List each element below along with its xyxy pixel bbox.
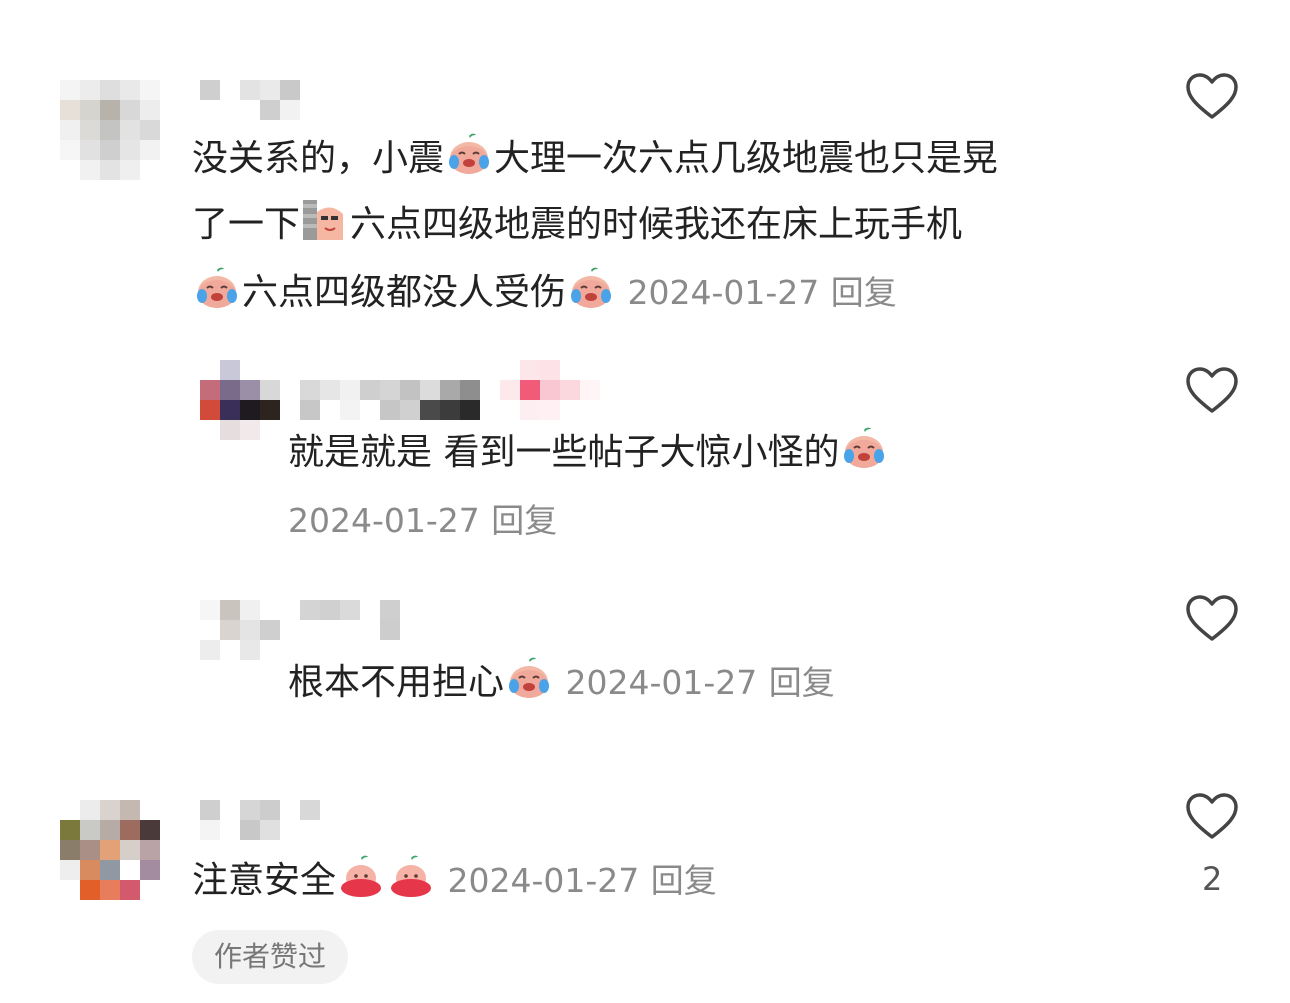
heart-outline-icon[interactable]	[1185, 594, 1239, 642]
cry-laugh-emoji	[505, 656, 553, 700]
comment-text: 了一下 六点四级地震的时候我还在床上玩手机	[192, 192, 962, 258]
red-peach-emoji	[387, 854, 435, 898]
heart-outline-icon[interactable]	[1185, 72, 1239, 120]
cry-laugh-emoji	[445, 132, 493, 176]
username[interactable]	[300, 600, 400, 640]
peek-wall-emoji	[301, 198, 349, 242]
cry-laugh-emoji	[840, 426, 888, 470]
user-badge	[500, 360, 600, 420]
avatar[interactable]	[200, 360, 280, 440]
comment-text: 没关系的，小震 大理一次六点几级地震也只是晃	[192, 126, 998, 192]
username[interactable]	[200, 80, 300, 120]
heart-outline-icon[interactable]	[1185, 792, 1239, 840]
comment-text: 注意安全 2024-01-27 回复	[192, 848, 717, 914]
comment-date: 2024-01-27	[627, 273, 820, 312]
comment-meta: 2024-01-27 回复	[288, 488, 557, 554]
heart-outline-icon[interactable]	[1185, 366, 1239, 414]
comment-text: 六点四级都没人受伤 2024-01-27 回复	[192, 260, 897, 326]
comment-text: 根本不用担心 2024-01-27 回复	[288, 650, 835, 716]
username[interactable]	[300, 380, 480, 420]
avatar[interactable]	[200, 600, 280, 660]
reply-button[interactable]: 回复	[651, 861, 717, 900]
comment-date: 2024-01-27	[447, 861, 640, 900]
like-count: 2	[1202, 860, 1223, 898]
avatar[interactable]	[60, 80, 160, 180]
username[interactable]	[200, 800, 320, 840]
reply-button[interactable]: 回复	[831, 273, 897, 312]
reply-button[interactable]: 回复	[491, 501, 557, 540]
cry-laugh-emoji	[193, 266, 241, 310]
comment-date: 2024-01-27	[288, 501, 480, 540]
cry-laugh-emoji	[567, 266, 615, 310]
comment-text: 就是就是 看到一些帖子大惊小怪的	[288, 420, 889, 486]
reply-button[interactable]: 回复	[769, 663, 835, 702]
avatar[interactable]	[60, 800, 160, 900]
red-peach-emoji	[337, 854, 385, 898]
author-liked-badge: 作者赞过	[192, 930, 348, 984]
comment-date: 2024-01-27	[565, 663, 758, 702]
